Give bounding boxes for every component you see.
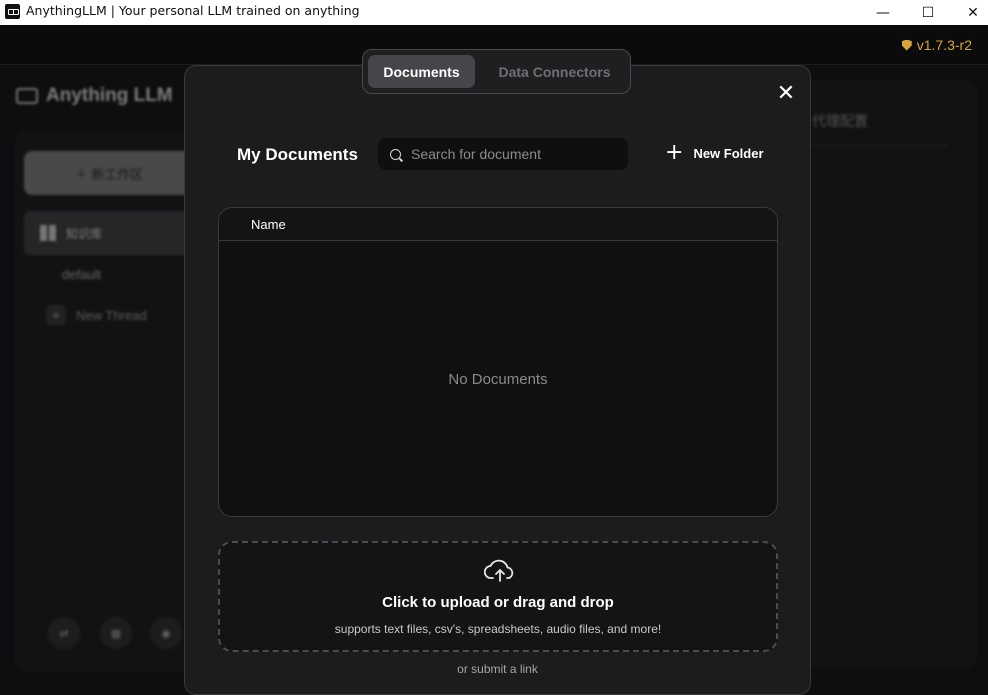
cloud-upload-icon [484,559,514,582]
close-icon: ✕ [776,80,796,106]
search-input[interactable] [411,146,611,162]
app-logo: Anything LLM [16,85,173,107]
maximize-icon: ☐ [921,4,935,21]
empty-state: No Documents [448,370,548,388]
close-modal-button[interactable]: ✕ [775,80,797,106]
window-titlebar: AnythingLLM | Your personal LLM trained … [0,0,988,25]
upload-title: Click to upload or drag and drop [382,594,614,611]
minimize-icon: — [876,4,890,21]
submit-link[interactable]: or submit a link [185,662,810,676]
docs-icon: ▦ [100,617,132,649]
modal-tabs: Documents Data Connectors [362,49,631,94]
workspace-item: 知识库 [24,211,194,255]
page-title: My Documents [237,145,358,164]
new-workspace-label: 新工作区 [91,166,144,182]
community-icon: ⇄ [48,617,80,649]
tab-documents[interactable]: Documents [368,55,475,88]
document-manager-modal: ✕ My Documents + New Folder Name No Docu… [184,65,811,695]
close-icon: ✕ [967,4,979,21]
logo-icon [16,88,38,104]
maximize-button[interactable]: ☐ [905,0,951,25]
window-title: AnythingLLM | Your personal LLM trained … [26,3,360,18]
table-header: Name [219,208,777,241]
upload-subtitle: supports text files, csv's, spreadsheets… [334,622,662,636]
logo-text: Anything LLM [46,85,173,106]
upload-dropzone[interactable]: Click to upload or drag and drop support… [218,541,778,652]
sidebar: ＋ 新工作区 知识库 default + New Thread ⇄ ▦ ◉ [14,131,194,671]
new-workspace-button: ＋ 新工作区 [24,151,194,195]
grid-icon [40,225,56,241]
new-thread-button: + New Thread [46,305,147,325]
new-thread-label: New Thread [76,307,147,323]
thread-item: default [62,267,102,282]
documents-table: Name No Documents [218,207,778,517]
shield-icon [901,39,912,51]
version-badge: v1.7.3-r2 [901,37,972,53]
workspace-name: 知识库 [66,226,103,241]
column-name-header: Name [251,216,286,232]
divider [812,145,948,146]
close-window-button[interactable]: ✕ [950,0,988,25]
search-icon [390,148,401,160]
new-folder-label: New Folder [693,145,764,161]
version-label: v1.7.3-r2 [916,37,972,53]
plus-icon: + [46,305,66,325]
right-panel: 代理配置 [796,81,978,669]
new-folder-button[interactable]: + New Folder [665,140,764,165]
right-panel-title: 代理配置 [812,113,868,129]
anythingllm-app-icon [5,4,20,19]
minimize-button[interactable]: — [860,0,906,25]
tab-data-connectors[interactable]: Data Connectors [486,55,623,88]
plus-icon: + [665,140,684,165]
discord-icon: ◉ [150,617,182,649]
search-bar[interactable] [378,138,628,170]
